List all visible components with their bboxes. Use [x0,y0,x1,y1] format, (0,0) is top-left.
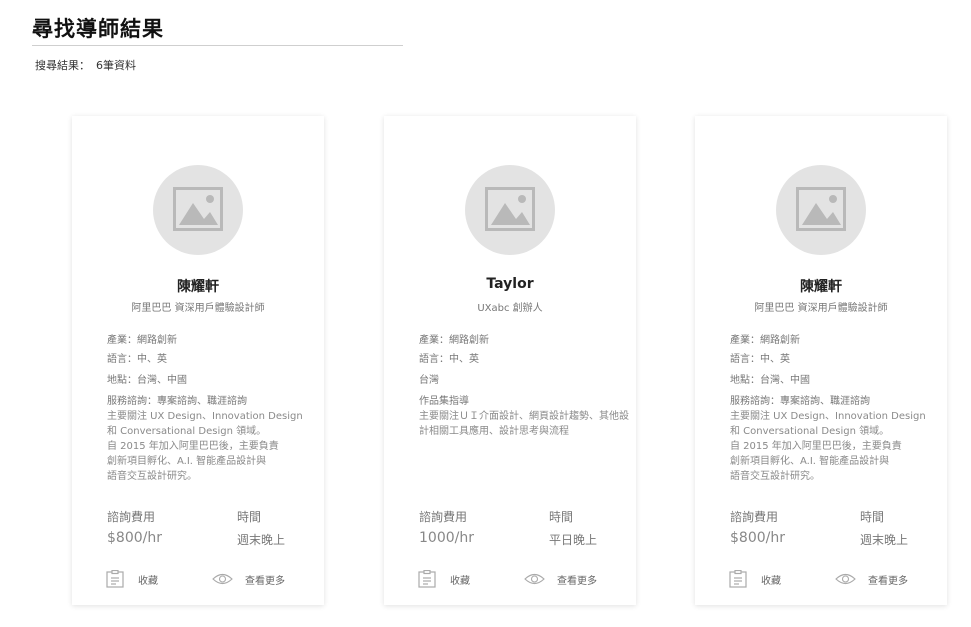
save-label: 收藏 [138,575,158,587]
info-industry: 產業：網路創新 [107,335,177,346]
info-language: 語言：中、英 [419,354,479,365]
fee-value: $800/hr [107,530,162,546]
mentor-card: 陳耀軒 阿里巴巴 資深用戶體驗設計師 產業：網路創新 語言：中、英 地點：台灣、… [72,116,324,605]
eye-icon [212,573,233,585]
info-location: 台灣 [419,375,439,386]
time-label: 時間 [860,510,885,524]
time-value: 週末晚上 [237,533,286,547]
view-more-button[interactable]: 查看更多 [835,569,908,589]
fee-label: 諮詢費用 [730,510,779,524]
info-language: 語言：中、英 [730,354,790,365]
avatar [153,165,243,255]
mentor-name: 陳耀軒 [800,279,842,295]
page-title: 尋找導師結果 [32,17,164,41]
info-location: 地點：台灣、中國 [107,375,187,386]
save-button[interactable]: 收藏 [418,569,470,589]
clipboard-icon [729,570,747,588]
mentor-name: 陳耀軒 [177,279,219,295]
time-value: 週末晚上 [860,533,909,547]
clipboard-icon [418,570,436,588]
view-more-label: 查看更多 [868,575,908,587]
info-service: 服務諮詢：專案諮詢、職涯諮詢 [730,396,870,407]
save-label: 收藏 [450,575,470,587]
image-placeholder-icon [796,187,846,231]
image-placeholder-icon [173,187,223,231]
info-location: 地點：台灣、中國 [730,375,810,386]
time-label: 時間 [237,510,262,524]
save-button[interactable]: 收藏 [106,569,158,589]
result-count: 6筆資料 [96,59,136,72]
fee-value: 1000/hr [419,530,474,546]
mentor-card: 陳耀軒 阿里巴巴 資深用戶體驗設計師 產業：網路創新 語言：中、英 地點：台灣、… [695,116,947,605]
save-label: 收藏 [761,575,781,587]
clipboard-icon [106,570,124,588]
view-more-label: 查看更多 [557,575,597,587]
result-summary: 搜尋結果： 6筆資料 [35,57,136,73]
info-language: 語言：中、英 [107,354,167,365]
time-label: 時間 [549,510,574,524]
page: 尋找導師結果 搜尋結果： 6筆資料 陳耀軒 阿里巴巴 資深用戶體驗設計師 產業：網… [0,0,971,627]
mentor-title: 阿里巴巴 資深用戶體驗設計師 [131,303,265,314]
mentor-title: UXabc 創辦人 [477,303,543,314]
image-placeholder-icon [485,187,535,231]
view-more-label: 查看更多 [245,575,285,587]
fee-label: 諮詢費用 [419,510,468,524]
avatar [465,165,555,255]
info-service: 服務諮詢：專案諮詢、職涯諮詢 [107,396,247,407]
info-industry: 產業：網路創新 [730,335,800,346]
mentor-name: Taylor [486,276,534,292]
save-button[interactable]: 收藏 [729,569,781,589]
result-label: 搜尋結果： [35,59,90,72]
mentor-description: 主要關注ＵＩ介面設計、網頁設計趨勢、其他設 計相關工具應用、設計思考與流程 [419,411,629,437]
fee-label: 諮詢費用 [107,510,156,524]
eye-icon [835,573,856,585]
mentor-card: Taylor UXabc 創辦人 產業：網路創新 語言：中、英 台灣 作品集指導… [384,116,636,605]
mentor-title: 阿里巴巴 資深用戶體驗設計師 [754,303,888,314]
fee-value: $800/hr [730,530,785,546]
info-service: 作品集指導 [419,396,469,407]
mentor-description: 主要關注 UX Design、Innovation Design 和 Conve… [730,411,926,482]
time-value: 平日晚上 [549,533,598,547]
title-divider [32,45,403,46]
info-industry: 產業：網路創新 [419,335,489,346]
view-more-button[interactable]: 查看更多 [524,569,597,589]
eye-icon [524,573,545,585]
avatar [776,165,866,255]
view-more-button[interactable]: 查看更多 [212,569,285,589]
mentor-description: 主要關注 UX Design、Innovation Design 和 Conve… [107,411,303,482]
